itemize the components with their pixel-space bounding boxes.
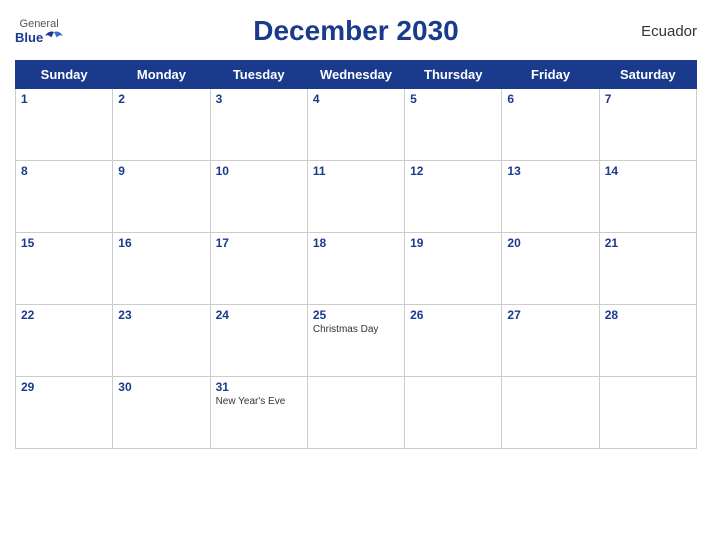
- calendar-day-cell: [599, 377, 696, 449]
- day-number: 16: [118, 236, 204, 250]
- holiday-label: New Year's Eve: [216, 396, 302, 407]
- day-number: 7: [605, 92, 691, 106]
- calendar-header: General Blue December 2030 Ecuador: [15, 10, 697, 52]
- calendar-day-cell: 29: [16, 377, 113, 449]
- calendar-day-cell: 24: [210, 305, 307, 377]
- day-number: 8: [21, 164, 107, 178]
- calendar-day-cell: 4: [307, 89, 404, 161]
- calendar-day-cell: 17: [210, 233, 307, 305]
- calendar-week-row: 1234567: [16, 89, 697, 161]
- day-number: 4: [313, 92, 399, 106]
- day-number: 23: [118, 308, 204, 322]
- calendar-day-cell: 13: [502, 161, 599, 233]
- calendar-day-cell: 22: [16, 305, 113, 377]
- calendar-day-cell: [405, 377, 502, 449]
- calendar-day-cell: 20: [502, 233, 599, 305]
- logo-area: General Blue: [15, 18, 63, 45]
- calendar-day-cell: 21: [599, 233, 696, 305]
- day-number: 21: [605, 236, 691, 250]
- calendar-day-cell: 30: [113, 377, 210, 449]
- calendar-week-row: 89 10 11 12 13 14: [16, 161, 697, 233]
- header-sunday: Sunday: [16, 61, 113, 89]
- calendar-day-cell: 15: [16, 233, 113, 305]
- calendar-table: Sunday Monday Tuesday Wednesday Thursday…: [15, 60, 697, 449]
- calendar-day-cell: 27: [502, 305, 599, 377]
- calendar-day-cell: 25 Christmas Day: [307, 305, 404, 377]
- calendar-day-cell: [502, 377, 599, 449]
- header-tuesday: Tuesday: [210, 61, 307, 89]
- logo-bird-icon: [45, 30, 63, 44]
- day-number: 26: [410, 308, 496, 322]
- calendar-day-cell: 12: [405, 161, 502, 233]
- header-monday: Monday: [113, 61, 210, 89]
- day-number: 19: [410, 236, 496, 250]
- day-number: 20: [507, 236, 593, 250]
- day-number: 13: [507, 164, 593, 178]
- header-wednesday: Wednesday: [307, 61, 404, 89]
- calendar-day-cell: 18: [307, 233, 404, 305]
- calendar-week-row: 29 30 31 New Year's Eve: [16, 377, 697, 449]
- header-saturday: Saturday: [599, 61, 696, 89]
- day-number: 12: [410, 164, 496, 178]
- calendar-day-cell: 9: [113, 161, 210, 233]
- calendar-day-cell: [307, 377, 404, 449]
- header-friday: Friday: [502, 61, 599, 89]
- day-number: 24: [216, 308, 302, 322]
- day-number: 18: [313, 236, 399, 250]
- day-number: 3: [216, 92, 302, 106]
- calendar-container: General Blue December 2030 Ecuador Sunda…: [0, 0, 712, 464]
- calendar-week-row: 15 16 17 18 19 20 21: [16, 233, 697, 305]
- day-number: 9: [118, 164, 204, 178]
- day-number: 25: [313, 308, 399, 322]
- day-number: 10: [216, 164, 302, 178]
- day-number: 27: [507, 308, 593, 322]
- logo-general: General: [20, 18, 59, 30]
- calendar-day-cell: 11: [307, 161, 404, 233]
- day-number: 14: [605, 164, 691, 178]
- calendar-day-cell: 14: [599, 161, 696, 233]
- calendar-day-cell: 3: [210, 89, 307, 161]
- holiday-label: Christmas Day: [313, 324, 399, 335]
- calendar-day-cell: 6: [502, 89, 599, 161]
- calendar-day-cell: 8: [16, 161, 113, 233]
- calendar-title: December 2030: [253, 15, 458, 47]
- calendar-day-cell: 16: [113, 233, 210, 305]
- calendar-day-cell: 19: [405, 233, 502, 305]
- day-number: 28: [605, 308, 691, 322]
- day-number: 6: [507, 92, 593, 106]
- calendar-day-cell: 1: [16, 89, 113, 161]
- country-label: Ecuador: [641, 23, 697, 40]
- day-number: 29: [21, 380, 107, 394]
- logo-blue: Blue: [15, 30, 63, 45]
- day-number: 2: [118, 92, 204, 106]
- calendar-day-cell: 26: [405, 305, 502, 377]
- day-number: 15: [21, 236, 107, 250]
- weekday-header-row: Sunday Monday Tuesday Wednesday Thursday…: [16, 61, 697, 89]
- day-number: 1: [21, 92, 107, 106]
- calendar-day-cell: 5: [405, 89, 502, 161]
- calendar-day-cell: 2: [113, 89, 210, 161]
- day-number: 11: [313, 164, 399, 178]
- calendar-day-cell: 7: [599, 89, 696, 161]
- calendar-day-cell: 28: [599, 305, 696, 377]
- day-number: 30: [118, 380, 204, 394]
- day-number: 22: [21, 308, 107, 322]
- header-thursday: Thursday: [405, 61, 502, 89]
- calendar-week-row: 22 23 24 25 Christmas Day 26 27 28: [16, 305, 697, 377]
- day-number: 17: [216, 236, 302, 250]
- day-number: 31: [216, 380, 302, 394]
- calendar-day-cell: 31 New Year's Eve: [210, 377, 307, 449]
- calendar-day-cell: 23: [113, 305, 210, 377]
- day-number: 5: [410, 92, 496, 106]
- calendar-day-cell: 10: [210, 161, 307, 233]
